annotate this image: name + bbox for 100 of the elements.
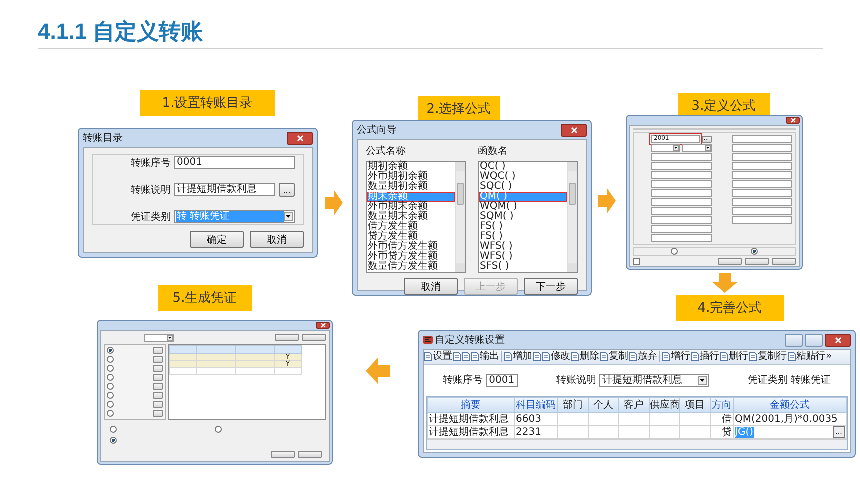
- close-button[interactable]: [287, 132, 313, 144]
- radio-button[interactable]: [670, 248, 678, 255]
- dropdown[interactable]: 0001: [486, 374, 518, 387]
- column-header[interactable]: 供应商: [649, 398, 680, 412]
- list-item[interactable]: 外币贷方发生额: [367, 252, 455, 262]
- toolbar-button[interactable]: 修改: [542, 350, 570, 363]
- toolbar-button[interactable]: 删除: [571, 350, 599, 363]
- toolbar-button[interactable]: 增行: [662, 350, 690, 363]
- toolbar-button[interactable]: 复制行: [749, 350, 786, 363]
- radio-button[interactable]: [110, 426, 117, 433]
- column-header[interactable]: 部门: [558, 398, 588, 412]
- list-item[interactable]: 外币期初余额: [367, 172, 455, 182]
- dropdown-arrow-icon[interactable]: [167, 334, 173, 340]
- radio-button[interactable]: [107, 365, 114, 372]
- dialog-button[interactable]: [772, 258, 796, 265]
- list-item[interactable]: FS( ): [479, 232, 567, 242]
- text-field[interactable]: [651, 225, 712, 233]
- list-item[interactable]: QC( ): [479, 162, 567, 172]
- scrollbar[interactable]: [567, 162, 577, 272]
- column-header[interactable]: 摘要: [428, 398, 514, 412]
- column-header[interactable]: 金额公式: [734, 398, 846, 412]
- close-button[interactable]: [316, 322, 330, 329]
- toolbar-button[interactable]: [462, 352, 470, 362]
- list-item[interactable]: WFS( ): [479, 252, 567, 262]
- text-field[interactable]: [732, 135, 792, 143]
- close-button[interactable]: [825, 334, 851, 346]
- radio-button[interactable]: [107, 410, 114, 417]
- list-item[interactable]: 数量期末余额: [367, 212, 455, 222]
- list-item[interactable]: 贷方发生额: [367, 232, 455, 242]
- dialog-button[interactable]: [275, 334, 299, 341]
- text-field[interactable]: [732, 180, 792, 188]
- column-header[interactable]: 方向: [710, 398, 734, 412]
- text-field[interactable]: [732, 189, 792, 197]
- dropdown[interactable]: 计提短期借款利息: [599, 374, 710, 387]
- radio-button[interactable]: [107, 392, 114, 399]
- list-item[interactable]: 期初余额: [367, 162, 455, 172]
- toolbar-button[interactable]: 删行: [720, 350, 748, 363]
- text-field[interactable]: 计提短期借款利息: [174, 183, 275, 196]
- maximize-button[interactable]: [805, 334, 823, 346]
- dropdown-arrow-icon[interactable]: [673, 145, 680, 151]
- list-item[interactable]: 外币借方发生额: [367, 242, 455, 252]
- toolbar-button[interactable]: 放弃: [629, 350, 657, 363]
- dialog-button[interactable]: [271, 451, 295, 458]
- text-field[interactable]: [651, 189, 712, 197]
- dialog-button[interactable]: [718, 258, 742, 265]
- toolbar-button[interactable]: 设置: [424, 350, 452, 363]
- text-field[interactable]: [732, 198, 792, 206]
- minimize-button[interactable]: [785, 334, 803, 346]
- text-field[interactable]: [732, 216, 792, 224]
- list-item[interactable]: WQC( ): [479, 172, 567, 182]
- radio-button[interactable]: [107, 401, 114, 408]
- close-button[interactable]: [786, 117, 800, 124]
- dialog-button[interactable]: [302, 334, 326, 341]
- column-header[interactable]: 项目: [680, 398, 710, 412]
- toolbar-button[interactable]: 插行: [691, 350, 719, 363]
- dialog-button[interactable]: 取消: [250, 231, 304, 248]
- list-item[interactable]: 借方发生额: [367, 222, 455, 232]
- text-field[interactable]: [732, 144, 792, 152]
- list-item[interactable]: 外币期末余额: [367, 202, 455, 212]
- column-header[interactable]: 客户: [618, 398, 650, 412]
- dialog-button[interactable]: 下一步: [524, 278, 578, 295]
- dialog-button[interactable]: 确定: [190, 231, 244, 248]
- list-item[interactable]: WFS( ): [479, 242, 567, 252]
- list-item[interactable]: WQM( ): [479, 202, 567, 212]
- text-field[interactable]: [732, 171, 792, 179]
- scrollbar[interactable]: [427, 439, 847, 449]
- dropdown-arrow-icon[interactable]: [704, 145, 710, 151]
- browse-button[interactable]: ...: [279, 182, 295, 196]
- toolbar-button[interactable]: 复制: [600, 350, 628, 363]
- radio-button[interactable]: [107, 374, 114, 381]
- radio-button[interactable]: [107, 383, 114, 390]
- text-field[interactable]: [651, 180, 712, 188]
- scrollbar[interactable]: [455, 162, 465, 272]
- text-field[interactable]: [651, 216, 712, 224]
- radio-button[interactable]: [107, 347, 114, 354]
- dialog-button[interactable]: 取消: [404, 278, 458, 295]
- dialog-button[interactable]: [298, 451, 322, 458]
- toolbar-button[interactable]: [453, 352, 461, 362]
- list-item[interactable]: 数量期初余额: [367, 182, 455, 192]
- radio-button[interactable]: [751, 248, 758, 255]
- radio-button[interactable]: [107, 356, 114, 363]
- text-field[interactable]: [651, 162, 712, 170]
- text-field[interactable]: [651, 153, 712, 161]
- toolbar-button[interactable]: 输出: [471, 350, 499, 363]
- list-item[interactable]: SFS( ): [479, 262, 567, 272]
- radio-button[interactable]: [110, 437, 117, 444]
- text-field[interactable]: [732, 207, 792, 215]
- radio-button[interactable]: [215, 426, 222, 433]
- text-field[interactable]: [651, 198, 712, 206]
- list-item[interactable]: 数量借方发生额: [367, 262, 455, 272]
- column-header[interactable]: 个人: [588, 398, 619, 412]
- toolbar-button[interactable]: 粘贴行: [788, 350, 825, 363]
- overflow-button[interactable]: »: [826, 350, 832, 363]
- list-item[interactable]: SQC( ): [479, 182, 567, 192]
- text-field[interactable]: [732, 162, 792, 170]
- text-field[interactable]: [732, 153, 792, 161]
- text-field[interactable]: [651, 234, 712, 242]
- text-field[interactable]: [651, 171, 712, 179]
- text-field[interactable]: [651, 207, 712, 215]
- text-field[interactable]: 0001: [174, 156, 295, 169]
